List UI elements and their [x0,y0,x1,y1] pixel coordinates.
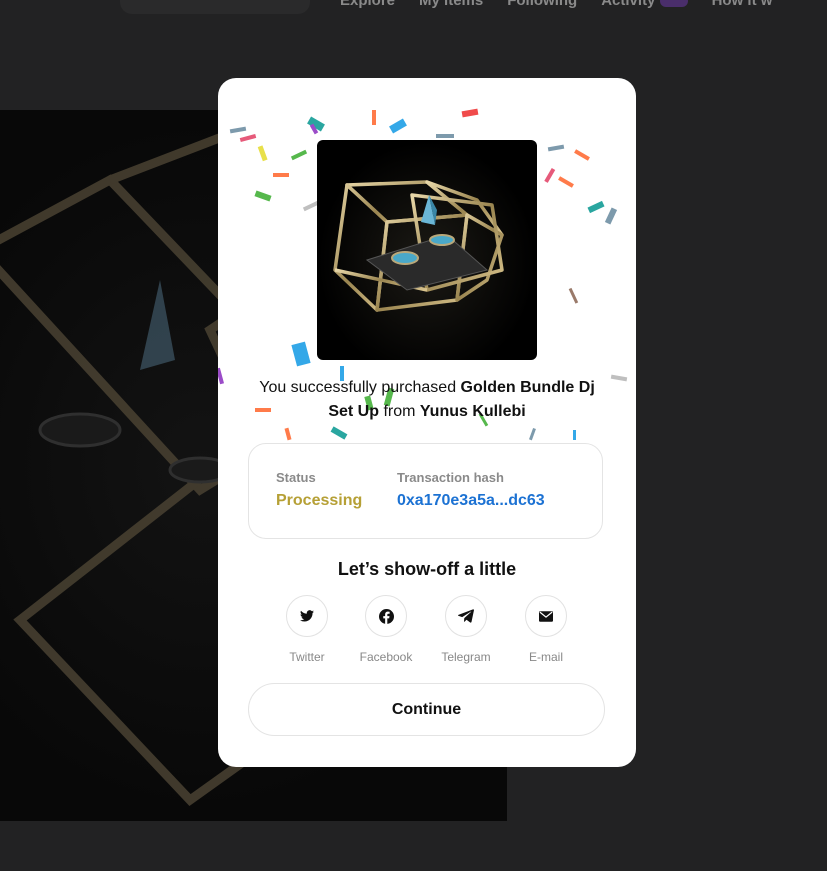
transaction-hash-label: Transaction hash [397,470,504,485]
share-telegram[interactable]: Telegram [426,595,506,664]
status-label: Status [276,470,316,485]
share-email-button[interactable] [525,595,567,637]
share-twitter[interactable]: Twitter [267,595,347,664]
nav-activity: Activity [601,0,688,9]
transaction-hash-link[interactable]: 0xa170e3a5a...dc63 [397,492,545,510]
share-buttons: Twitter Facebook Telegram E-mail [248,595,608,665]
purchase-success-modal: You successfully purchased Golden Bundle… [218,78,636,767]
share-facebook[interactable]: Facebook [346,595,426,664]
share-twitter-button[interactable] [286,595,328,637]
nav-my-items: My items [419,0,484,9]
status-value: Processing [276,492,363,509]
background-nav: Explore My items Following Activity How … [340,0,827,12]
twitter-icon [300,610,314,622]
share-facebook-label: Facebook [359,650,413,664]
share-twitter-label: Twitter [289,650,325,664]
share-facebook-button[interactable] [365,595,407,637]
share-email[interactable]: E-mail [506,595,586,664]
purchase-from: from [383,403,416,420]
share-telegram-label: Telegram [441,650,491,664]
purchase-prefix: You successfully purchased [259,379,457,396]
purchase-message: You successfully purchased Golden Bundle… [246,376,608,424]
continue-button[interactable]: Continue [248,683,605,736]
background-search-bar [120,0,310,14]
seller-name: Yunus Kullebi [419,403,526,420]
facebook-icon [378,608,394,624]
telegram-icon [458,609,474,623]
hash-column: Transaction hash 0xa170e3a5a...dc63 [397,470,545,510]
status-column: Status Processing [276,470,362,510]
share-heading: Let’s show-off a little [337,559,517,579]
transaction-status-card: Status Processing Transaction hash 0xa17… [248,443,603,539]
nav-explore: Explore [340,0,396,9]
mail-icon [539,610,553,622]
nav-following: Following [507,0,578,9]
share-telegram-button[interactable] [445,595,487,637]
nft-image [317,140,537,360]
share-email-label: E-mail [528,650,563,664]
nav-how-it-works: How it w [711,0,773,9]
